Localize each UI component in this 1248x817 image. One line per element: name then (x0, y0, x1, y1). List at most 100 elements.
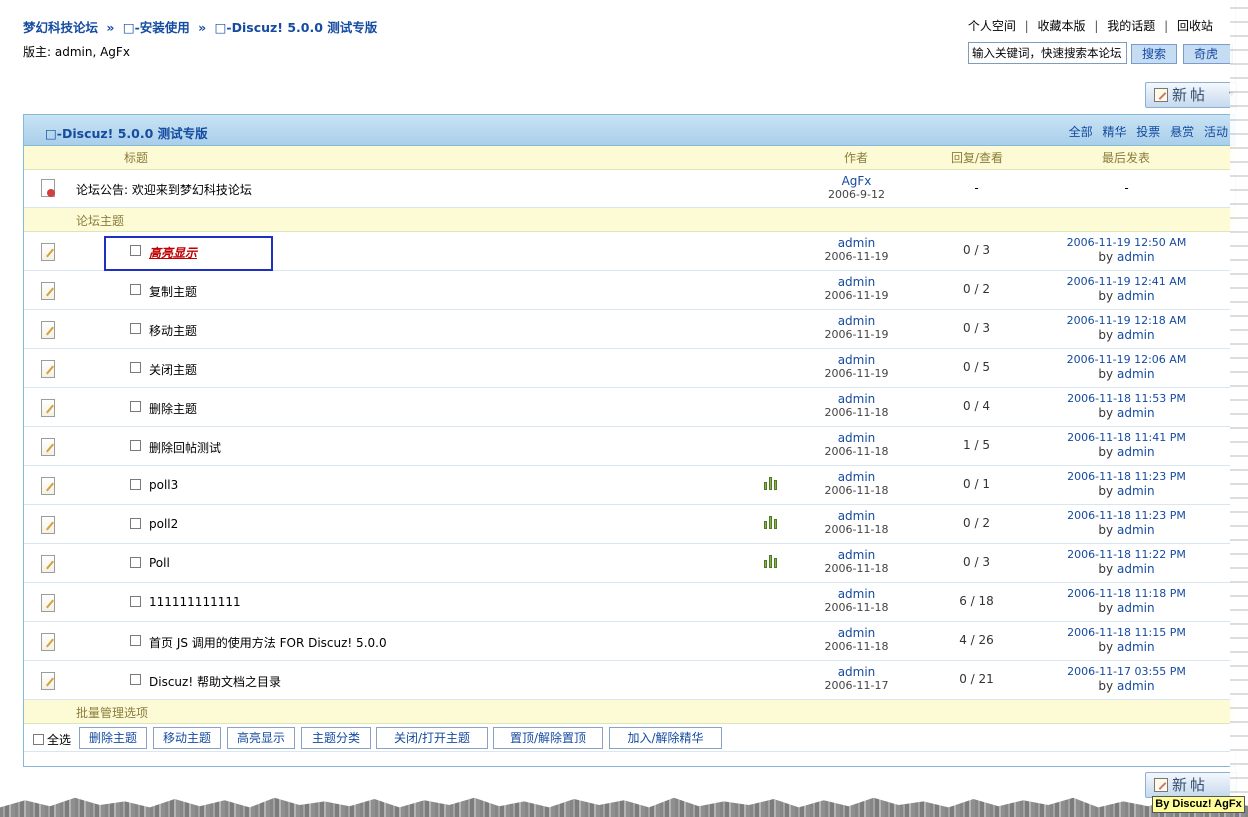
author-link[interactable]: admin (814, 353, 899, 367)
last-post-by: by (1098, 484, 1114, 498)
last-post-user[interactable]: admin (1117, 289, 1155, 303)
reply-view-count: 0 / 2 (963, 282, 990, 296)
select-all[interactable]: 全选 (33, 731, 71, 748)
last-post-time[interactable]: 2006-11-18 11:22 PM (1054, 548, 1199, 562)
last-post-time[interactable]: 2006-11-18 11:53 PM (1054, 392, 1199, 406)
new-post-button-top[interactable]: 新帖 ▾ (1145, 82, 1237, 108)
thread-title-link[interactable]: 关闭主题 (149, 361, 197, 378)
batch-highlight-button[interactable]: 高亮显示 (227, 727, 295, 749)
thread-author: admin 2006-11-18 (814, 509, 899, 537)
thread-checkbox[interactable] (130, 284, 141, 295)
filter-poll[interactable]: 投票 (1136, 125, 1160, 139)
last-post: 2006-11-17 03:55 PM by admin (1054, 665, 1199, 694)
last-post-user[interactable]: admin (1117, 445, 1155, 459)
author-link[interactable]: admin (814, 314, 899, 328)
thread-title-link[interactable]: Discuz! 帮助文档之目录 (149, 673, 281, 690)
thread-checkbox[interactable] (130, 674, 141, 685)
filter-all[interactable]: 全部 (1069, 125, 1093, 139)
last-post-time[interactable]: 2006-11-18 11:23 PM (1054, 509, 1199, 523)
last-post-time[interactable]: 2006-11-19 12:06 AM (1054, 353, 1199, 367)
select-all-checkbox[interactable] (33, 734, 44, 745)
author-link[interactable]: admin (814, 236, 899, 250)
nav-personal-space[interactable]: 个人空间 (968, 19, 1016, 33)
search-input[interactable]: 输入关键词，快速搜索本论坛 (968, 42, 1127, 64)
last-post-time[interactable]: 2006-11-17 03:55 PM (1054, 665, 1199, 679)
last-post: 2006-11-18 11:53 PM by admin (1054, 392, 1199, 421)
thread-title-link[interactable]: 111111111111 (149, 595, 241, 609)
last-post-time[interactable]: 2006-11-18 11:15 PM (1054, 626, 1199, 640)
announcement-link[interactable]: 论坛公告: 欢迎来到梦幻科技论坛 (76, 181, 252, 198)
batch-delete-button[interactable]: 删除主题 (79, 727, 147, 749)
last-post-user[interactable]: admin (1117, 484, 1155, 498)
thread-checkbox[interactable] (130, 401, 141, 412)
thread-checkbox[interactable] (130, 362, 141, 373)
last-post-user[interactable]: admin (1117, 601, 1155, 615)
last-post-time[interactable]: 2006-11-19 12:50 AM (1054, 236, 1199, 250)
last-post-user[interactable]: admin (1117, 562, 1155, 576)
last-post-user[interactable]: admin (1117, 367, 1155, 381)
col-title: 标题 (124, 151, 149, 165)
thread-title-link[interactable]: 删除回帖测试 (149, 439, 221, 456)
batch-digest-button[interactable]: 加入/解除精华 (609, 727, 722, 749)
filter-digest[interactable]: 精华 (1102, 125, 1126, 139)
last-post-time[interactable]: 2006-11-18 11:41 PM (1054, 431, 1199, 445)
last-post-user[interactable]: admin (1117, 523, 1155, 537)
new-post-button-bottom[interactable]: 新帖 (1145, 772, 1237, 798)
author-link[interactable]: admin (814, 626, 899, 640)
thread-checkbox[interactable] (130, 479, 141, 490)
nav-recycle-bin[interactable]: 回收站 (1177, 19, 1213, 33)
thread-checkbox[interactable] (130, 518, 141, 529)
breadcrumb-current-forum[interactable]: □-Discuz! 5.0.0 测试专版 (215, 20, 378, 35)
table-row: 首页 JS 调用的使用方法 FOR Discuz! 5.0.0 admin 2006… (24, 622, 1236, 661)
qihoo-search-button[interactable]: 奇虎 (1183, 44, 1233, 64)
table-row: poll3 admin 2006-11-18 0 / 1 2006-11-18 11:2… (24, 466, 1236, 505)
poll-icon (764, 554, 778, 568)
batch-sticky-button[interactable]: 置顶/解除置顶 (493, 727, 603, 749)
thread-checkbox[interactable] (130, 596, 141, 607)
batch-move-button[interactable]: 移动主题 (153, 727, 221, 749)
thread-checkbox[interactable] (130, 440, 141, 451)
thread-title-link[interactable]: 移动主题 (149, 322, 197, 339)
last-post-user[interactable]: admin (1117, 679, 1155, 693)
thread-title-link[interactable]: 首页 JS 调用的使用方法 FOR Discuz! 5.0.0 (149, 634, 387, 651)
last-post-user[interactable]: admin (1117, 250, 1155, 264)
thread-title-link[interactable]: 复制主题 (149, 283, 197, 300)
author-link[interactable]: admin (814, 431, 899, 445)
search-button[interactable]: 搜索 (1131, 44, 1177, 64)
author-link[interactable]: admin (814, 665, 899, 679)
last-post-user[interactable]: admin (1117, 406, 1155, 420)
author-link[interactable]: admin (814, 275, 899, 289)
author-link[interactable]: admin (814, 392, 899, 406)
thread-checkbox[interactable] (130, 635, 141, 646)
col-last-post: 最后发表 (1102, 151, 1151, 165)
thread-title-link[interactable]: 删除主题 (149, 400, 197, 417)
thread-author: admin 2006-11-18 (814, 587, 899, 615)
thread-checkbox[interactable] (130, 557, 141, 568)
thread-title-link[interactable]: Poll (149, 556, 170, 570)
last-post-time[interactable]: 2006-11-18 11:18 PM (1054, 587, 1199, 601)
author-link[interactable]: admin (814, 587, 899, 601)
thread-icon (41, 243, 55, 261)
last-post-user[interactable]: admin (1117, 640, 1155, 654)
batch-close-open-button[interactable]: 关闭/打开主题 (376, 727, 488, 749)
author-link[interactable]: admin (814, 470, 899, 484)
batch-category-button[interactable]: 主题分类 (301, 727, 371, 749)
last-post-user[interactable]: admin (1117, 328, 1155, 342)
filter-activity[interactable]: 活动 (1204, 125, 1228, 139)
breadcrumb-forum-link[interactable]: 梦幻科技论坛 (23, 20, 98, 35)
thread-checkbox[interactable] (130, 323, 141, 334)
author-link[interactable]: admin (814, 509, 899, 523)
filter-reward[interactable]: 悬赏 (1170, 125, 1194, 139)
nav-my-topics[interactable]: 我的话题 (1107, 19, 1155, 33)
nav-favorite-forum[interactable]: 收藏本版 (1038, 19, 1086, 33)
last-post: 2006-11-19 12:41 AM by admin (1054, 275, 1199, 304)
thread-title-link[interactable]: poll2 (149, 517, 178, 531)
breadcrumb-install-link[interactable]: □-安装使用 (123, 20, 190, 35)
last-post-time[interactable]: 2006-11-19 12:41 AM (1054, 275, 1199, 289)
last-post-time[interactable]: 2006-11-19 12:18 AM (1054, 314, 1199, 328)
author-link[interactable]: admin (814, 548, 899, 562)
thread-title-link[interactable]: poll3 (149, 478, 178, 492)
author-link[interactable]: AgFx (814, 174, 899, 188)
last-post-time[interactable]: 2006-11-18 11:23 PM (1054, 470, 1199, 484)
author-date: 2006-11-18 (824, 562, 889, 575)
